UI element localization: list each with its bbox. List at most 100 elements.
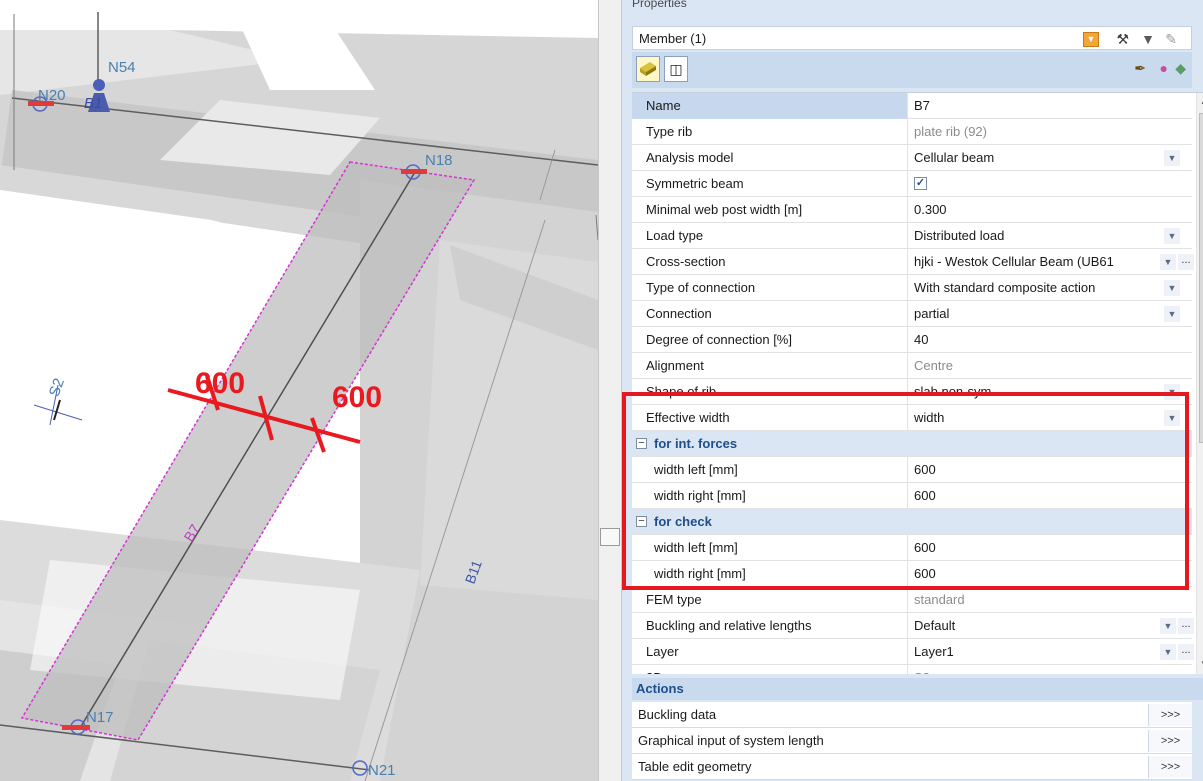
chevron-down-icon[interactable]: ▼ — [1160, 644, 1176, 660]
model-viewport[interactable]: 600 600 N54 N20 B1 N18 N17 N21 B7 B11 S2 — [0, 0, 598, 781]
property-name: Cross-section — [632, 249, 908, 275]
property-value[interactable]: 600 — [914, 457, 1182, 483]
property-name: Symmetric beam — [632, 171, 908, 197]
property-row[interactable]: width right [mm] 600 — [632, 483, 1192, 509]
ellipsis-button[interactable]: ... — [1178, 254, 1194, 270]
property-row[interactable]: Layer Layer1 ▼ ... — [632, 639, 1194, 665]
chevron-down-icon[interactable]: ▼ — [1164, 410, 1180, 426]
group-header[interactable]: − for int. forces — [632, 431, 1192, 457]
node-label: N20 — [38, 87, 66, 104]
chevron-down-icon[interactable]: ▼ — [1160, 254, 1176, 270]
property-row[interactable]: 2D ... S2 — [632, 665, 1192, 674]
action-row[interactable]: Graphical input of system length >>> — [632, 728, 1192, 754]
node-label: N18 — [425, 152, 453, 169]
selector-value: Member (1) — [639, 31, 707, 46]
node-label: B1 — [84, 95, 102, 112]
property-value: plate rib (92) — [914, 124, 987, 139]
chevron-down-icon[interactable]: ▼ — [1164, 384, 1180, 400]
action-row[interactable]: Buckling data >>> — [632, 702, 1192, 728]
property-value[interactable]: Distributed load — [914, 223, 1182, 249]
member-selector[interactable]: Member (1) ▼ ⚒ ▼ ✎ — [632, 26, 1192, 50]
property-row[interactable]: Buckling and relative lengths Default ▼ … — [632, 613, 1194, 639]
property-value[interactable]: With standard composite action — [914, 275, 1182, 301]
property-row[interactable]: Cross-section hjki - Westok Cellular Bea… — [632, 249, 1194, 275]
pencil-icon[interactable]: ✎ — [1165, 31, 1177, 47]
property-name: Shape of rib — [632, 379, 908, 405]
property-value: S2 — [914, 665, 1182, 674]
property-row[interactable]: width right [mm] 600 — [632, 561, 1192, 587]
model-drawing: 600 600 N54 N20 B1 N18 N17 N21 B7 B11 S2 — [0, 12, 598, 781]
property-row[interactable]: Minimal web post width [m] 0.300 — [632, 197, 1192, 223]
splitter-grip[interactable] — [600, 528, 620, 546]
beam-icon[interactable] — [636, 56, 660, 82]
property-value[interactable]: 600 — [914, 535, 1182, 561]
property-row[interactable]: Symmetric beam ✓ — [632, 171, 1192, 197]
render-icon[interactable]: ◆ — [1175, 60, 1186, 76]
property-value[interactable]: slab non-sym — [914, 379, 1182, 405]
property-value[interactable]: 600 — [914, 561, 1182, 587]
property-name: Type rib — [632, 119, 908, 145]
actions-header: Actions — [632, 678, 1203, 700]
ellipsis-button[interactable]: ... — [1178, 618, 1194, 634]
action-row[interactable]: Table edit geometry >>> — [632, 754, 1192, 780]
property-value[interactable]: Default — [914, 613, 1160, 639]
dimension-label-right: 600 — [332, 381, 382, 414]
property-name: Minimal web post width [m] — [632, 197, 908, 223]
properties-toolbar: ◫ ✒ ● ◆ — [632, 52, 1192, 88]
drawing-icon[interactable]: ◫ — [664, 56, 688, 82]
panel-splitter[interactable] — [598, 0, 622, 781]
property-name: Layer — [632, 639, 908, 665]
ellipsis-button[interactable]: ... — [1178, 644, 1194, 660]
property-row[interactable]: Name B7 — [632, 93, 1192, 119]
chevron-down-icon[interactable]: ▼ — [1164, 228, 1180, 244]
property-row[interactable]: Load type Distributed load ▼ — [632, 223, 1192, 249]
chevron-down-icon[interactable]: ▼ — [1164, 150, 1180, 166]
property-row[interactable]: width left [mm] 600 — [632, 535, 1192, 561]
chevron-down-icon[interactable]: ▼ — [1164, 280, 1180, 296]
property-row[interactable]: Analysis model Cellular beam ▼ — [632, 145, 1192, 171]
property-value[interactable]: B7 — [914, 93, 1182, 119]
property-row[interactable]: Degree of connection [%] 40 — [632, 327, 1192, 353]
node-label: N17 — [86, 709, 114, 726]
node-label: N21 — [368, 762, 396, 779]
property-value[interactable]: 0.300 — [914, 197, 1182, 223]
property-row[interactable]: Connection partial ▼ — [632, 301, 1192, 327]
property-name: width left [mm] — [632, 457, 908, 483]
property-row[interactable]: Effective width width ▼ — [632, 405, 1192, 431]
property-value[interactable]: Layer1 — [914, 639, 1160, 665]
color-palette-icon[interactable]: ● — [1160, 60, 1168, 76]
symmetric-beam-value[interactable]: ✓ — [914, 171, 1182, 197]
property-name: 2D ... — [632, 665, 908, 674]
chevron-down-icon[interactable]: ▼ — [1160, 618, 1176, 634]
action-button[interactable]: >>> — [1148, 704, 1192, 726]
scrollbar-thumb[interactable] — [1199, 113, 1203, 443]
chevron-down-icon[interactable]: ▼ — [1164, 306, 1180, 322]
action-button[interactable]: >>> — [1148, 756, 1192, 778]
property-value: Centre — [914, 358, 954, 373]
selector-dropdown-icon[interactable]: ▼ — [1083, 32, 1099, 47]
property-value[interactable]: width — [914, 405, 1182, 431]
property-row[interactable]: Type of connection With standard composi… — [632, 275, 1192, 301]
property-name: Name — [632, 93, 908, 119]
group-header[interactable]: − for check — [632, 509, 1192, 535]
vertical-scrollbar[interactable]: ▲ ▼ — [1196, 93, 1203, 674]
property-value[interactable]: Cellular beam — [914, 145, 1182, 171]
property-value[interactable]: partial — [914, 301, 1182, 327]
action-label: Graphical input of system length — [638, 733, 824, 748]
filter-icon[interactable]: ▼ — [1141, 31, 1155, 47]
property-row[interactable]: width left [mm] 600 — [632, 457, 1192, 483]
property-row[interactable]: Alignment Centre — [632, 353, 1192, 379]
property-value[interactable]: 40 — [914, 327, 1182, 353]
property-value[interactable]: hjki - Westok Cellular Beam (UB61 — [914, 249, 1160, 275]
property-row[interactable]: FEM type standard — [632, 587, 1192, 613]
brush-icon[interactable]: ✒ — [1134, 60, 1146, 76]
select-filter-icon[interactable]: ⚒ — [1116, 31, 1129, 47]
dimension-label-left: 600 — [195, 367, 245, 400]
property-value[interactable]: 600 — [914, 483, 1182, 509]
symmetric-beam-checkbox[interactable]: ✓ — [914, 177, 927, 190]
property-name: FEM type — [632, 587, 908, 613]
action-button[interactable]: >>> — [1148, 730, 1192, 752]
property-row[interactable]: Shape of rib slab non-sym ▼ — [632, 379, 1192, 405]
property-row[interactable]: Type rib plate rib (92) — [632, 119, 1192, 145]
property-name: Buckling and relative lengths — [632, 613, 908, 639]
